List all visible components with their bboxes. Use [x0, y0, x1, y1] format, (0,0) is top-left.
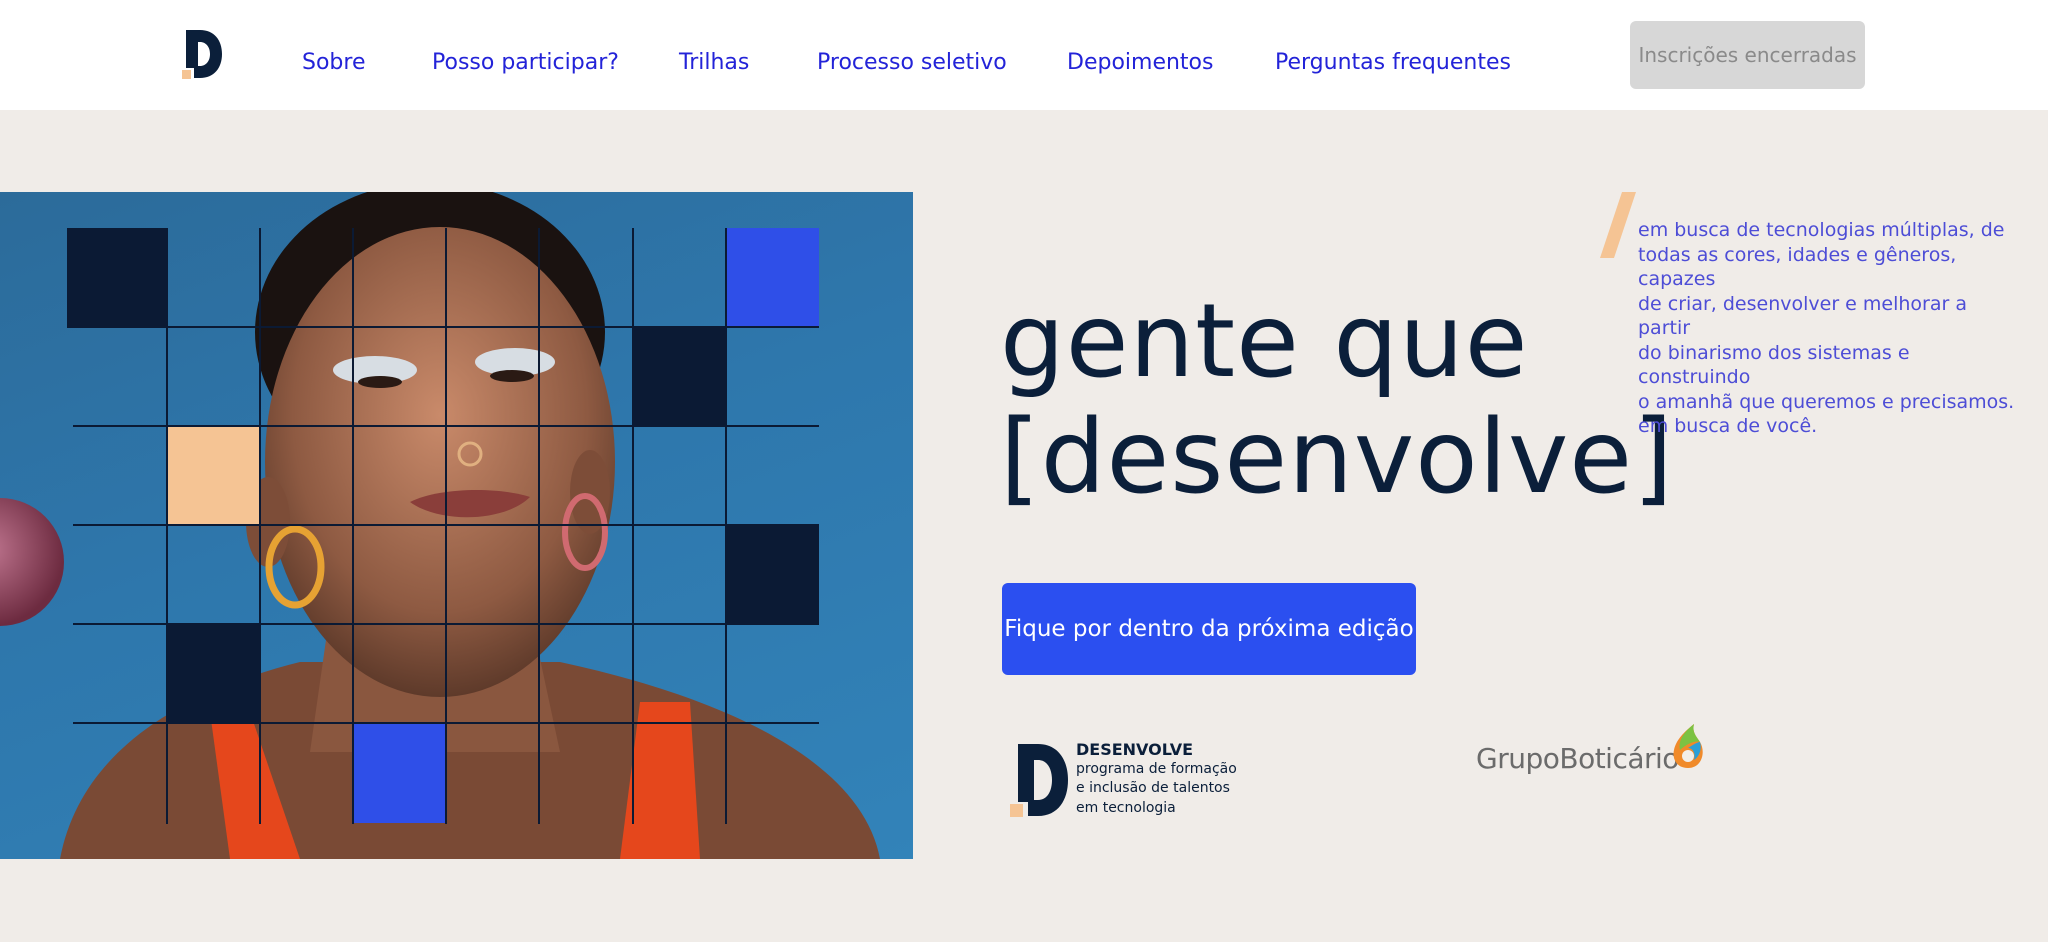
tagline-line: o amanhã que queremos e precisamos. — [1638, 390, 2015, 413]
nav-processo-seletivo[interactable]: Processo seletivo — [817, 48, 1007, 78]
headline-line-1: gente que — [1000, 282, 1529, 401]
desenvolve-line: em tecnologia — [1076, 799, 1176, 816]
grid-lines — [73, 228, 819, 824]
grid-block-navy — [67, 228, 167, 328]
grid-block-blue — [726, 228, 819, 328]
hero-image — [0, 192, 913, 859]
grid-block-navy — [726, 525, 819, 625]
desenvolve-footer-logo — [1010, 744, 1068, 817]
grid-block-blue — [353, 723, 446, 823]
tagline-line: em busca de tecnologias múltiplas, de — [1638, 219, 2005, 241]
boticario-drop-icon — [1673, 724, 1703, 768]
tagline-line: do binarismo dos sistemas e construindo — [1638, 341, 1910, 389]
nav-posso-participar[interactable]: Posso participar? — [432, 48, 619, 78]
nav-sobre[interactable]: Sobre — [302, 48, 366, 78]
grid-block-navy — [633, 327, 726, 427]
slash-accent — [1600, 192, 1636, 258]
desenvolve-line: programa de formação — [1076, 760, 1237, 777]
nav-trilhas[interactable]: Trilhas — [679, 48, 749, 78]
grid-block-navy — [167, 624, 260, 724]
site-header: Sobre Posso participar? Trilhas Processo… — [0, 0, 2048, 110]
grid-block-peach — [167, 426, 260, 526]
headline-line-2: [desenvolve] — [1000, 398, 1674, 517]
desenvolve-program-text: DESENVOLVE programa de formação e inclus… — [1076, 740, 1237, 818]
hero-grid-overlay — [67, 228, 819, 824]
proxima-edicao-button[interactable]: Fique por dentro da próxima edição — [1002, 583, 1416, 675]
tagline-line: todas as cores, idades e gêneros, capaze… — [1638, 243, 1957, 291]
grupo-boticario-wordmark: GrupoBoticário — [1476, 742, 1679, 775]
hero-headline: gente que [desenvolve] — [1000, 284, 1674, 516]
nav-perguntas-frequentes[interactable]: Perguntas frequentes — [1275, 48, 1511, 78]
desenvolve-title: DESENVOLVE — [1076, 740, 1194, 759]
nav-depoimentos[interactable]: Depoimentos — [1067, 48, 1213, 78]
desenvolve-line: e inclusão de talentos — [1076, 780, 1230, 796]
tagline-line: em busca de você. — [1638, 415, 1818, 437]
hero-tagline: em busca de tecnologias múltiplas, de to… — [1638, 218, 2018, 439]
inscricoes-encerradas-button[interactable]: Inscrições encerradas — [1630, 21, 1865, 89]
desenvolve-logo[interactable] — [182, 28, 224, 80]
tagline-line: de criar, desenvolver e melhorar a parti… — [1638, 292, 1967, 340]
